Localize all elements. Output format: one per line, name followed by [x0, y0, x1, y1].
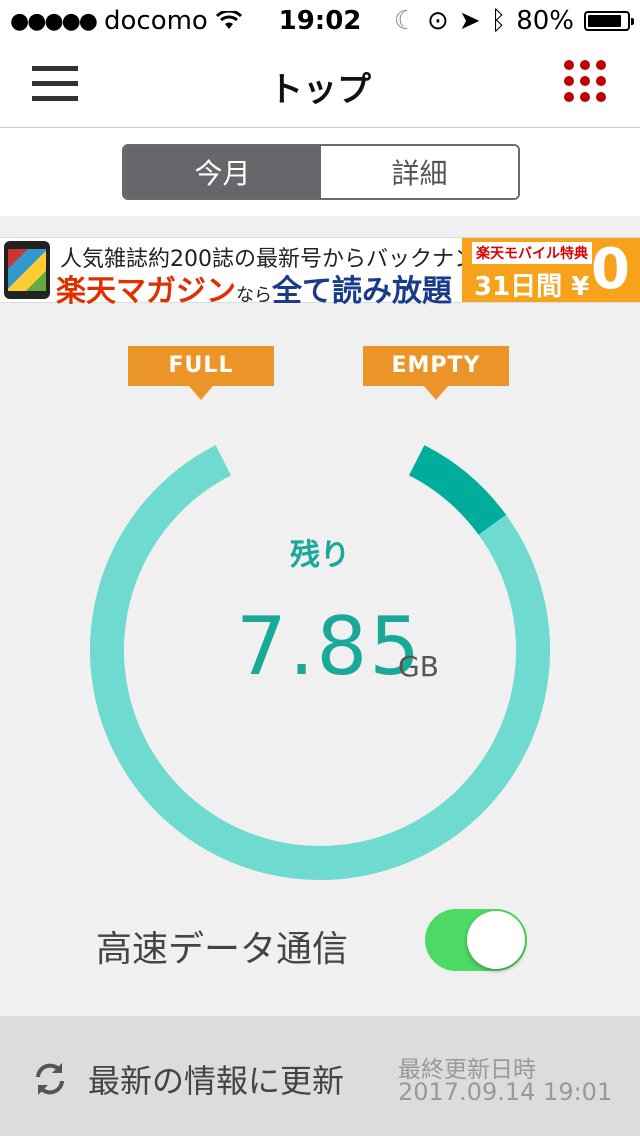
status-right: ☾ ⊙ ➤ ᛒ 80% [393, 6, 634, 36]
ad-banner[interactable]: 人気雑誌約200誌の最新号からバックナンバーが、 楽天マガジンなら全て読み放題 … [0, 237, 640, 309]
high-speed-toggle[interactable] [425, 909, 527, 971]
rotation-lock-icon: ⊙ [427, 6, 449, 36]
status-bar: ●●●●● docomo 19:02 ☾ ⊙ ➤ ᛒ 80% [0, 0, 640, 40]
remaining-unit: GB [398, 650, 439, 683]
banner-promo: 楽天モバイル特典 31日間 ¥ 0 [462, 238, 640, 302]
remaining-value: 7.85 [236, 600, 423, 693]
page-title: トップ [269, 70, 371, 110]
refresh-button[interactable]: 最新の情報に更新 [30, 1056, 344, 1102]
promo-days: 31日間 ¥ [474, 272, 590, 302]
gauge-used-arc [408, 445, 507, 536]
bluetooth-icon: ᛒ [490, 6, 507, 36]
tab-details[interactable]: 詳細 [321, 146, 518, 198]
moon-icon: ☾ [393, 6, 417, 36]
high-speed-label: 高速データ通信 [96, 929, 349, 970]
last-update-time: 2017.09.14 19:01 [398, 1078, 613, 1106]
banner-brand: 楽天マガジン [56, 274, 236, 309]
empty-label: EMPTY [363, 346, 509, 400]
footer: 最新の情報に更新 最終更新日時 2017.09.14 19:01 [0, 1016, 640, 1136]
battery-icon [584, 11, 634, 31]
promo-zero: 0 [591, 237, 630, 302]
location-icon: ➤ [458, 6, 481, 36]
promo-tag: 楽天モバイル特典 [472, 242, 592, 264]
refresh-label: 最新の情報に更新 [88, 1062, 345, 1100]
banner-tagline: 全て読み放題 [272, 274, 452, 309]
remaining-label: 残り [290, 538, 350, 573]
segment-area: 今月 詳細 [0, 128, 640, 216]
battery-percent: 80% [516, 6, 574, 36]
banner-connector: なら [236, 285, 272, 306]
nav-bar: トップ [0, 40, 640, 128]
tab-this-month[interactable]: 今月 [124, 146, 321, 198]
full-label: FULL [128, 346, 274, 400]
banner-phone-image [4, 241, 50, 299]
refresh-icon [36, 1063, 64, 1095]
banner-line2: 楽天マガジンなら全て読み放題 [56, 266, 452, 310]
toggle-knob [467, 911, 525, 969]
period-segmented-control: 今月 詳細 [122, 144, 520, 200]
app-grid-icon[interactable] [564, 60, 606, 102]
